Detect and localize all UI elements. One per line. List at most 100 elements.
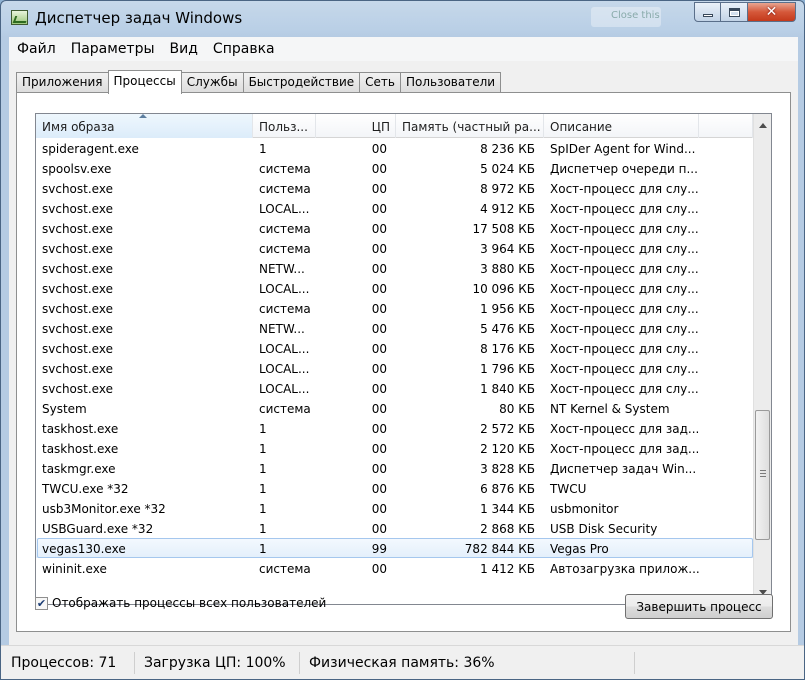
cell-image-name: svchost.exe bbox=[42, 322, 113, 336]
cell-cpu: 00 bbox=[371, 402, 387, 416]
cell-filler bbox=[699, 458, 753, 478]
maximize-button[interactable] bbox=[721, 2, 748, 22]
cell-cpu: 00 bbox=[371, 422, 387, 436]
menu-view[interactable]: Вид bbox=[162, 41, 205, 57]
minimize-button[interactable] bbox=[694, 2, 721, 22]
cell-memory: 1 412 КБ bbox=[480, 562, 535, 576]
table-row[interactable]: spoolsv.exe система 00 5 024 КБ Диспетчер оч… bbox=[36, 158, 753, 178]
cell-filler bbox=[699, 538, 753, 558]
cell-image-name: taskhost.exe bbox=[42, 422, 119, 436]
table-row[interactable]: USBGuard.exe *32 1 00 2 868 КБ USB Disk Secu… bbox=[36, 518, 753, 538]
cell-description: Хост-процесс для зад... bbox=[550, 422, 699, 436]
cell-user: система bbox=[259, 402, 311, 416]
cell-filler bbox=[699, 198, 753, 218]
table-row[interactable]: wininit.exe система 00 1 412 КБ Автозагрузка… bbox=[36, 558, 753, 578]
cell-memory: 3 880 КБ bbox=[480, 262, 535, 276]
cell-user: система bbox=[259, 562, 311, 576]
close-button[interactable]: ✕ bbox=[748, 2, 796, 22]
table-row[interactable]: svchost.exe LOCAL... 00 8 176 КБ Хост-процес… bbox=[36, 338, 753, 358]
table-row[interactable]: vegas130.exe 1 99 782 844 КБ Vegas Pro bbox=[36, 538, 753, 558]
table-row[interactable]: svchost.exe система 00 8 972 КБ Хост-процесс… bbox=[36, 178, 753, 198]
show-all-users-row[interactable]: ✔ Отображать процессы всех пользователей bbox=[35, 596, 326, 610]
cell-cpu: 00 bbox=[371, 282, 387, 296]
cell-memory: 8 176 КБ bbox=[480, 342, 535, 356]
table-row[interactable]: taskmgr.exe 1 00 3 828 КБ Диспетчер задач Wi… bbox=[36, 458, 753, 478]
menu-options[interactable]: Параметры bbox=[63, 41, 162, 57]
cell-cpu: 00 bbox=[371, 502, 387, 516]
title-bar[interactable]: Диспетчер задач Windows Close this ✕ bbox=[1, 1, 804, 37]
cell-filler bbox=[699, 138, 753, 158]
checkmark-icon: ✔ bbox=[36, 596, 47, 610]
table-row[interactable]: System система 00 80 КБ NT Kernel & System bbox=[36, 398, 753, 418]
cell-filler bbox=[699, 158, 753, 178]
cell-cpu: 00 bbox=[371, 522, 387, 536]
cell-image-name: taskhost.exe bbox=[42, 442, 119, 456]
cell-description: Хост-процесс для слу... bbox=[550, 342, 699, 356]
main-content: Приложения Процессы Службы Быстродействи… bbox=[9, 61, 798, 645]
window-title: Диспетчер задач Windows bbox=[35, 9, 243, 27]
tab-processes[interactable]: Процессы bbox=[107, 70, 182, 94]
table-row[interactable]: svchost.exe система 00 1 956 КБ Хост-процесс… bbox=[36, 298, 753, 318]
column-header-label: Имя образа bbox=[42, 120, 115, 134]
column-header-description[interactable]: Описание bbox=[544, 114, 699, 138]
scrollbar-thumb[interactable] bbox=[755, 410, 770, 540]
menu-file[interactable]: Файл bbox=[9, 41, 63, 57]
table-row[interactable]: usb3Monitor.exe *32 1 00 1 344 КБ usbmonitor bbox=[36, 498, 753, 518]
column-header-memory[interactable]: Память (частный ра... bbox=[396, 114, 544, 138]
tab-applications[interactable]: Приложения bbox=[16, 72, 109, 93]
table-row[interactable]: svchost.exe LOCAL... 00 10 096 КБ Хост-проце… bbox=[36, 278, 753, 298]
cell-memory: 3 964 КБ bbox=[480, 242, 535, 256]
close-icon: ✕ bbox=[765, 4, 778, 20]
cell-filler bbox=[699, 478, 753, 498]
table-row[interactable]: svchost.exe система 00 17 508 КБ Хост-процес… bbox=[36, 218, 753, 238]
column-header-user[interactable]: Польз... bbox=[253, 114, 316, 138]
cell-memory: 80 КБ bbox=[499, 402, 535, 416]
end-process-button[interactable]: Завершить процесс bbox=[625, 594, 773, 619]
status-processes: Процессов: 71 bbox=[7, 652, 135, 674]
table-row[interactable]: svchost.exe LOCAL... 00 1 796 КБ Хост-процес… bbox=[36, 358, 753, 378]
table-row[interactable]: svchost.exe LOCAL... 00 4 912 КБ Хост-процес… bbox=[36, 198, 753, 218]
cell-filler bbox=[699, 238, 753, 258]
cell-image-name: vegas130.exe bbox=[42, 542, 126, 556]
table-row[interactable]: taskhost.exe 1 00 2 572 КБ Хост-процесс для … bbox=[36, 418, 753, 438]
cell-cpu: 00 bbox=[371, 462, 387, 476]
tab-services[interactable]: Службы bbox=[180, 72, 244, 93]
table-row[interactable]: taskhost.exe 1 00 2 120 КБ Хост-процесс для … bbox=[36, 438, 753, 458]
cell-description: Автозагрузка прилож... bbox=[550, 562, 699, 576]
cell-description: Хост-процесс для слу... bbox=[550, 382, 699, 396]
table-row[interactable]: svchost.exe система 00 3 964 КБ Хост-процесс… bbox=[36, 238, 753, 258]
table-row[interactable]: TWCU.exe *32 1 00 6 876 КБ TWCU bbox=[36, 478, 753, 498]
cell-image-name: usb3Monitor.exe *32 bbox=[42, 502, 166, 516]
cell-user: система bbox=[259, 302, 311, 316]
cell-image-name: svchost.exe bbox=[42, 222, 113, 236]
table-row[interactable]: spideragent.exe 1 00 8 236 КБ SpIDer Agent f… bbox=[36, 138, 753, 158]
cell-memory: 2 120 КБ bbox=[480, 442, 535, 456]
column-header-image-name[interactable]: Имя образа bbox=[36, 114, 253, 138]
tab-networking[interactable]: Сеть bbox=[359, 72, 401, 93]
cell-filler bbox=[699, 178, 753, 198]
vertical-scrollbar[interactable] bbox=[753, 114, 771, 604]
cell-description: Хост-процесс для зад... bbox=[550, 442, 699, 456]
cell-memory: 2 572 КБ bbox=[480, 422, 535, 436]
table-row[interactable]: svchost.exe LOCAL... 00 1 840 КБ Хост-процес… bbox=[36, 378, 753, 398]
tab-users[interactable]: Пользователи bbox=[399, 72, 502, 93]
cell-memory: 8 236 КБ bbox=[480, 142, 535, 156]
table-row[interactable]: svchost.exe NETW... 00 3 880 КБ Хост-процесс… bbox=[36, 258, 753, 278]
cell-description: Хост-процесс для слу... bbox=[550, 302, 699, 316]
process-list: Имя образа Польз... ЦП Память (частный р… bbox=[35, 113, 772, 605]
cell-memory: 1 796 КБ bbox=[480, 362, 535, 376]
show-all-users-checkbox[interactable]: ✔ bbox=[35, 596, 48, 610]
show-all-users-label[interactable]: Отображать процессы всех пользователей bbox=[52, 596, 326, 610]
table-row[interactable]: svchost.exe NETW... 00 5 476 КБ Хост-процесс… bbox=[36, 318, 753, 338]
cell-image-name: spoolsv.exe bbox=[42, 162, 112, 176]
tab-performance[interactable]: Быстродействие bbox=[242, 72, 361, 93]
column-header-cpu[interactable]: ЦП bbox=[316, 114, 396, 138]
cell-user: 1 bbox=[259, 142, 267, 156]
cell-user: 1 bbox=[259, 482, 267, 496]
cell-filler bbox=[699, 278, 753, 298]
scroll-up-button[interactable] bbox=[754, 117, 771, 134]
cell-cpu: 00 bbox=[371, 302, 387, 316]
menu-help[interactable]: Справка bbox=[205, 41, 282, 57]
cell-image-name: svchost.exe bbox=[42, 182, 113, 196]
cell-description: Хост-процесс для слу... bbox=[550, 262, 699, 276]
